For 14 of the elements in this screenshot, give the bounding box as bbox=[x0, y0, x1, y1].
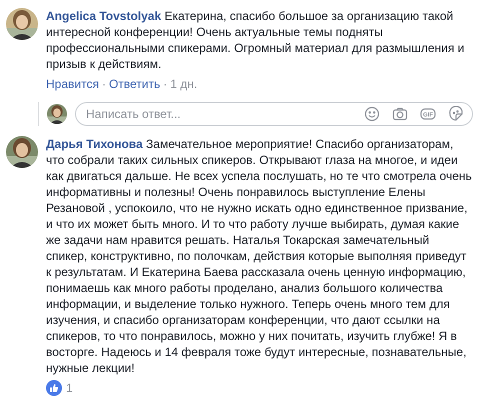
sticker-icon[interactable] bbox=[448, 106, 464, 122]
separator-dot: · bbox=[102, 77, 106, 91]
author-link[interactable]: Angelica Tovstolyak bbox=[46, 9, 162, 23]
emoji-icon[interactable] bbox=[364, 106, 380, 122]
separator-dot: · bbox=[163, 77, 168, 91]
like-link[interactable]: Нравится bbox=[46, 77, 99, 91]
like-icon[interactable] bbox=[46, 380, 62, 396]
reply-link[interactable]: Ответить bbox=[108, 77, 160, 91]
comment-text: Angelica Tovstolyak Екатерина, спасибо большое за организацию такой интересной конференции! Очень актуальные темы подняты профессиональными спикерами. Огромный материал для размышления и призыв к действиям. bbox=[46, 8, 466, 72]
author-link[interactable]: Дарья Тихонова bbox=[46, 137, 143, 151]
timestamp: 1 дн. bbox=[170, 77, 198, 91]
camera-icon[interactable] bbox=[392, 106, 408, 122]
reaction-count: 1 bbox=[66, 380, 73, 397]
comment-text: Дарья Тихонова Замечательное мероприятие! Спасибо организаторам, что собрали таких сильных спикеров. Открывают глаза на многое, и идеи как двигаться дальше. Не всех успела послушать, но те что смотрела очень информативны и полезны! Очень понравилось выступление Елены Резановой , успокоило, что не нужно искать одно единственное призвание, и что их может быть много. И то что работу лучше выбирать, думая какие же задачи нам нравится решать. Наталья Токарская замечательный спикер, конструктивно, по полочкам, действия которые выполняя приведут к результатам. И Екатерина Баева рассказала очень ценную информацию, понимаешь как много работы проделано, анализ большого количества информации, и выделение только нужного. Теперь очень много тем для изучения, и спасибо организаторам конференции, что дают ссылки на спикеров, то что понравилось, можно у них почитать, изучить глубже! Я в восторге. Надеюсь и 14 февраля тоже будут интересные, познавательные, нужные лекции! bbox=[46, 136, 473, 376]
